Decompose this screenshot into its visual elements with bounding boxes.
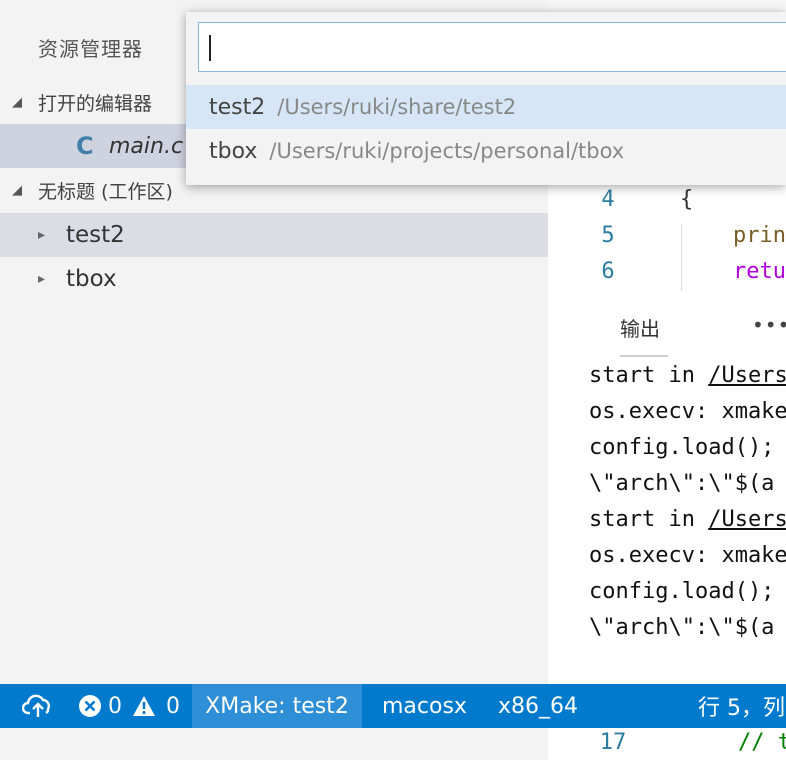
sidebar-bottom-area: [0, 728, 548, 760]
code-line: 6 return: [548, 259, 786, 291]
line-number: 4: [601, 187, 615, 212]
code-line: 5 printf: [548, 223, 786, 259]
line-number: 17: [599, 730, 627, 755]
output-line: start in /Users: [589, 507, 786, 532]
status-bar: 0 0 XMake: test2 macosx x86_64 行 5，列: [0, 684, 786, 728]
chevron-right-icon: ▸: [38, 271, 46, 287]
chevron-right-icon: ▸: [38, 227, 46, 243]
open-editors-label: 打开的编辑器: [38, 92, 153, 115]
error-icon: [78, 694, 102, 718]
line-number: 5: [601, 223, 615, 248]
warning-count: 0: [166, 693, 180, 719]
line-text: printf: [732, 223, 786, 248]
cloud-upload-icon[interactable]: [22, 684, 54, 728]
folder-item-tbox[interactable]: ▸ tbox: [0, 257, 548, 301]
quick-pick-input[interactable]: [198, 22, 786, 72]
output-link[interactable]: /Users: [708, 507, 786, 532]
output-line: config.load();: [589, 579, 775, 604]
folder-item-test2[interactable]: ▸ test2: [0, 213, 548, 257]
xmake-project-button[interactable]: XMake: test2: [192, 684, 362, 728]
error-count: 0: [108, 693, 122, 719]
problems-indicator[interactable]: 0 0: [78, 684, 180, 728]
workspace-label: 无标题 (工作区): [38, 180, 173, 203]
editor-bottom-fragment: 17 // t: [548, 728, 786, 760]
output-line: os.execv: xmake: [589, 543, 786, 568]
collapse-triangle-icon: ◢: [12, 94, 22, 110]
platform-selector[interactable]: macosx: [382, 684, 467, 728]
text-caret: [209, 35, 211, 61]
output-line: os.execv: xmake: [589, 399, 786, 424]
cursor-position[interactable]: 行 5，列: [698, 684, 785, 728]
arch-selector[interactable]: x86_64: [498, 684, 578, 728]
quick-pick-item-test2[interactable]: test2 /Users/ruki/share/test2: [186, 85, 786, 129]
item-path: /Users/ruki/share/test2: [277, 95, 517, 119]
active-tab-indicator: [620, 355, 668, 357]
code-editor[interactable]: 4 { 5 printf 6 return: [548, 185, 786, 291]
explorer-title: 资源管理器: [38, 37, 143, 61]
quick-pick-item-tbox[interactable]: tbox /Users/ruki/projects/personal/tbox: [186, 129, 786, 173]
warning-icon: [132, 695, 156, 717]
tab-output[interactable]: 输出: [620, 313, 660, 342]
item-label: test2: [209, 94, 266, 120]
item-path: /Users/ruki/projects/personal/tbox: [269, 139, 625, 163]
output-line: \"arch\":\"$(a: [589, 471, 775, 496]
indent-guide: [681, 225, 682, 291]
open-file-name: main.c: [109, 133, 184, 159]
folder-name: test2: [66, 222, 125, 248]
folder-name: tbox: [66, 266, 117, 292]
output-line: \"arch\":\"$(a: [589, 615, 775, 640]
collapse-triangle-icon: ◢: [12, 182, 22, 198]
output-line: config.load();: [589, 435, 775, 460]
line-text: return: [732, 259, 786, 284]
item-label: tbox: [209, 138, 258, 164]
line-text: // t: [738, 730, 786, 755]
output-link[interactable]: /Users: [708, 363, 786, 388]
line-number: 6: [601, 259, 615, 284]
output-line: start in /Users: [589, 363, 786, 388]
c-file-icon: C: [76, 132, 94, 160]
line-text: {: [680, 187, 694, 212]
output-panel: 输出 ••• start in /Users os.execv: xmake c…: [548, 291, 786, 684]
code-line: 4 {: [548, 187, 786, 223]
more-actions-icon[interactable]: •••: [752, 313, 786, 337]
workspace-quick-pick: test2 /Users/ruki/share/test2 tbox /User…: [186, 12, 786, 185]
